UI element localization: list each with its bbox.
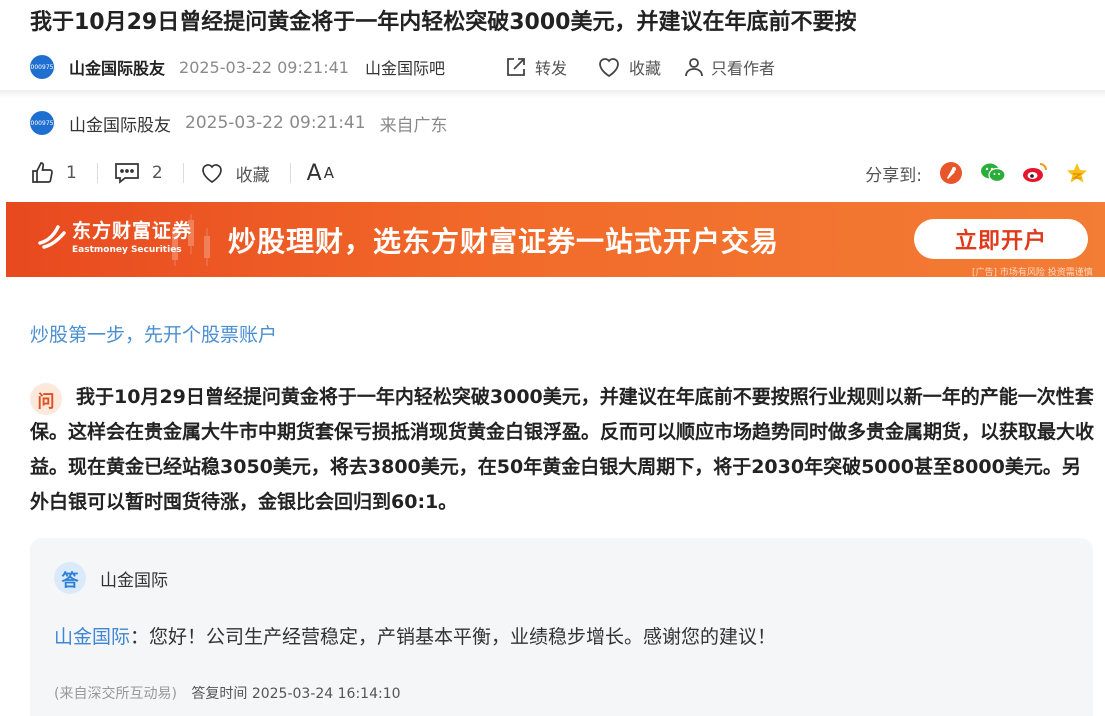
weibo-tencent-icon[interactable] <box>938 160 964 186</box>
heart-icon <box>201 164 222 183</box>
share-button[interactable]: 转发 <box>505 55 567 79</box>
favorite-label: 收藏 <box>628 59 661 78</box>
logo-cn-text: 东方财富证券 <box>72 220 193 242</box>
answer-responder-link[interactable]: 山金国际 <box>54 626 130 648</box>
avatar[interactable]: 000975 <box>30 55 54 79</box>
heart-icon <box>599 58 619 78</box>
answer-company-name[interactable]: 山金国际 <box>100 566 168 591</box>
ad-disclaimer: [广告] 市场有风险 投资需谨慎 <box>972 268 1093 277</box>
answer-card: 答 山金国际 山金国际：您好！公司生产经营稳定，产销基本平衡，业绩稳步增长。感谢… <box>30 538 1093 716</box>
header-post-time: 2025-03-22 09:21:41 <box>179 57 349 77</box>
favorite-button[interactable]: 收藏 <box>200 161 270 186</box>
ad-banner[interactable]: 东方财富证券 Eastmoney Securities 炒股理财，选东方财富证券… <box>6 202 1105 277</box>
post-location: 来自广东 <box>379 115 448 136</box>
user-icon <box>685 58 703 77</box>
answer-footer: (来自深交所互动易) 答复时间 2025-03-24 16:14:10 <box>54 683 401 703</box>
answer-reply-time: 答复时间 2025-03-24 16:14:10 <box>191 686 401 702</box>
qzone-star-icon[interactable] <box>1064 160 1090 186</box>
favorite-button[interactable]: 收藏 <box>597 55 661 79</box>
share-label: 转发 <box>534 59 567 78</box>
comment-count: 2 <box>151 163 163 183</box>
post-toolbar: 1 2 收藏 AA 分享到: <box>30 158 1090 188</box>
divider <box>96 163 98 183</box>
page-title: 我于10月29日曾经提问黄金将于一年内轻松突破3000美元，并建议在年底前不要按 <box>30 10 857 35</box>
eastmoney-logo: 东方财富证券 Eastmoney Securities <box>38 216 192 255</box>
answer-content: ：您好！公司生产经营稳定，产销基本平衡，业绩稳步增长。感谢您的建议！ <box>130 626 777 648</box>
header-divider <box>0 90 1105 98</box>
comment-icon <box>114 163 139 184</box>
question-block: 问 我于10月29日曾经提问黄金将于一年内轻松突破3000美元，并建议在年底前不… <box>30 380 1095 520</box>
header-author-name[interactable]: 山金国际股友 <box>69 55 165 79</box>
thumbs-up-icon <box>32 162 53 183</box>
post-time: 2025-03-22 09:21:41 <box>185 113 366 133</box>
question-text: 我于10月29日曾经提问黄金将于一年内轻松突破3000美元，并建议在年底前不要按… <box>30 386 1095 513</box>
open-account-button[interactable]: 立即开户 <box>914 219 1088 259</box>
share-to-group: 分享到: <box>865 160 1090 186</box>
like-count: 1 <box>66 163 77 183</box>
logo-en-text: Eastmoney Securities <box>72 245 182 255</box>
answer-text: 山金国际：您好！公司生产经营稳定，产销基本平衡，业绩稳步增长。感谢您的建议！ <box>54 622 776 649</box>
only-author-button[interactable]: 只看作者 <box>685 55 775 79</box>
font-size-toggle[interactable]: AA <box>307 161 334 186</box>
divider <box>182 163 184 183</box>
like-button[interactable]: 1 <box>30 161 77 185</box>
avatar[interactable]: 000975 <box>30 111 54 135</box>
share-to-label: 分享到: <box>865 165 922 186</box>
font-size-large-glyph: A <box>306 160 322 186</box>
wechat-icon[interactable] <box>980 160 1006 186</box>
question-badge: 问 <box>30 383 62 415</box>
post-meta: 000975 山金国际股友 2025-03-22 09:21:41 来自广东 <box>30 108 448 138</box>
post-author-name[interactable]: 山金国际股友 <box>69 111 171 136</box>
favorite-label: 收藏 <box>235 165 270 186</box>
open-account-link[interactable]: 炒股第一步，先开个股票账户 <box>30 320 277 347</box>
eastmoney-logo-icon <box>38 224 66 249</box>
banner-slogan: 炒股理财，选东方财富证券一站式开户交易 <box>228 225 780 258</box>
comment-button[interactable]: 2 <box>114 161 163 185</box>
share-icon <box>507 58 525 76</box>
divider <box>289 163 291 183</box>
sina-weibo-icon[interactable] <box>1022 160 1048 186</box>
font-size-small-glyph: A <box>323 164 334 182</box>
answer-badge: 答 <box>54 562 86 594</box>
only-author-label: 只看作者 <box>711 59 776 78</box>
bar-link[interactable]: 山金国际吧 <box>365 55 445 79</box>
header-meta-bar: 000975 山金国际股友 2025-03-22 09:21:41 山金国际吧 … <box>30 52 1105 82</box>
answer-source: (来自深交所互动易) <box>54 686 177 702</box>
answer-header: 答 山金国际 <box>54 562 168 594</box>
